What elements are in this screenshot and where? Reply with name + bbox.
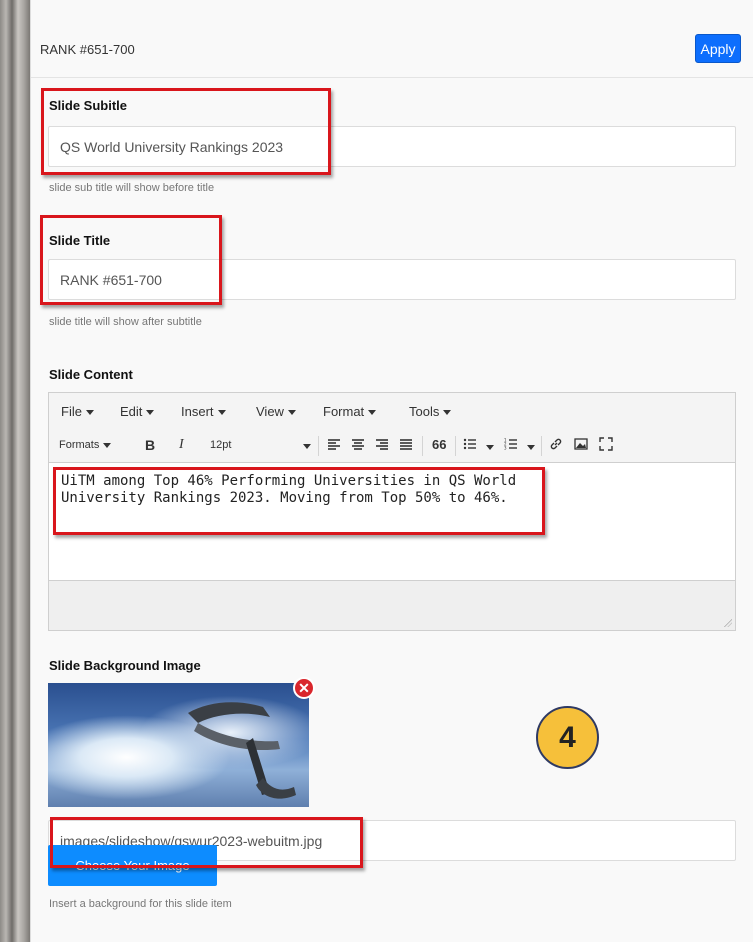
menu-view[interactable]: View xyxy=(256,404,296,419)
menu-insert[interactable]: Insert xyxy=(181,404,226,419)
bold-button[interactable]: B xyxy=(145,437,155,453)
chevron-down-icon xyxy=(146,410,155,416)
title-help-text: slide title will show after subtitle xyxy=(49,316,202,328)
blockquote-icon[interactable]: 66 xyxy=(432,437,446,452)
subtitle-label: Slide Subitle xyxy=(49,98,128,113)
menu-format[interactable]: Format xyxy=(323,404,377,419)
chevron-down-icon xyxy=(368,410,377,416)
sculpture-icon xyxy=(188,702,296,799)
editor-toolbar: Formats B I 12pt 66 123 xyxy=(49,429,735,463)
formats-dropdown[interactable]: Formats xyxy=(59,439,112,451)
numbered-list-icon[interactable]: 123 xyxy=(504,437,518,454)
toolbar-divider xyxy=(455,436,456,456)
chevron-down-icon xyxy=(217,410,226,416)
chevron-down-icon xyxy=(85,410,94,416)
choose-image-button[interactable]: Choose Your Image xyxy=(48,845,217,886)
background-image-preview xyxy=(48,683,309,807)
svg-text:3: 3 xyxy=(504,446,507,451)
toolbar-divider xyxy=(541,436,542,456)
background-image-label: Slide Background Image xyxy=(49,658,201,673)
editor-statusbar xyxy=(49,580,735,630)
bullet-list-chevron-icon[interactable] xyxy=(486,440,494,454)
remove-image-icon[interactable]: ✕ xyxy=(293,677,315,699)
align-left-icon[interactable] xyxy=(327,437,341,454)
editor-content-area[interactable]: UiTM among Top 46% Performing Universiti… xyxy=(49,463,735,579)
font-size-chevron-icon[interactable] xyxy=(303,439,311,453)
menu-tools[interactable]: Tools xyxy=(409,404,452,419)
slide-item-panel: RANK #651-700 Apply Slide Subitle slide … xyxy=(30,0,753,942)
panel-header-title: RANK #651-700 xyxy=(40,42,135,57)
editor-text-line: UiTM among Top 46% Performing Universiti… xyxy=(61,473,517,489)
link-icon[interactable] xyxy=(549,437,563,454)
apply-button[interactable]: Apply xyxy=(695,34,741,63)
rich-text-editor: File Edit Insert View Format Tools Forma… xyxy=(48,392,736,631)
subtitle-input[interactable] xyxy=(48,126,736,167)
align-justify-icon[interactable] xyxy=(399,437,413,454)
font-size-dropdown[interactable]: 12pt xyxy=(210,439,231,451)
toolbar-divider xyxy=(422,436,423,456)
chevron-down-icon xyxy=(103,442,112,448)
menu-edit[interactable]: Edit xyxy=(120,404,155,419)
chevron-down-icon xyxy=(443,410,452,416)
editor-text-line: University Rankings 2023. Moving from To… xyxy=(61,490,508,506)
align-center-icon[interactable] xyxy=(351,437,365,454)
resize-handle-icon[interactable] xyxy=(724,619,732,627)
background-help-text: Insert a background for this slide item xyxy=(49,898,232,910)
numbered-list-chevron-icon[interactable] xyxy=(527,440,535,454)
italic-button[interactable]: I xyxy=(179,437,184,453)
editor-menubar: File Edit Insert View Format Tools xyxy=(49,393,735,429)
content-label: Slide Content xyxy=(49,367,133,382)
chevron-down-icon xyxy=(287,410,296,416)
toolbar-divider xyxy=(318,436,319,456)
bullet-list-icon[interactable] xyxy=(463,437,477,454)
panel-header: RANK #651-700 Apply xyxy=(31,20,753,78)
subtitle-help-text: slide sub title will show before title xyxy=(49,182,215,194)
align-right-icon[interactable] xyxy=(375,437,389,454)
fullscreen-icon[interactable] xyxy=(599,437,613,454)
menu-file[interactable]: File xyxy=(61,404,94,419)
title-label: Slide Title xyxy=(49,233,111,248)
title-input[interactable] xyxy=(48,259,736,300)
image-icon[interactable] xyxy=(574,437,588,454)
step-badge: 4 xyxy=(536,706,599,769)
